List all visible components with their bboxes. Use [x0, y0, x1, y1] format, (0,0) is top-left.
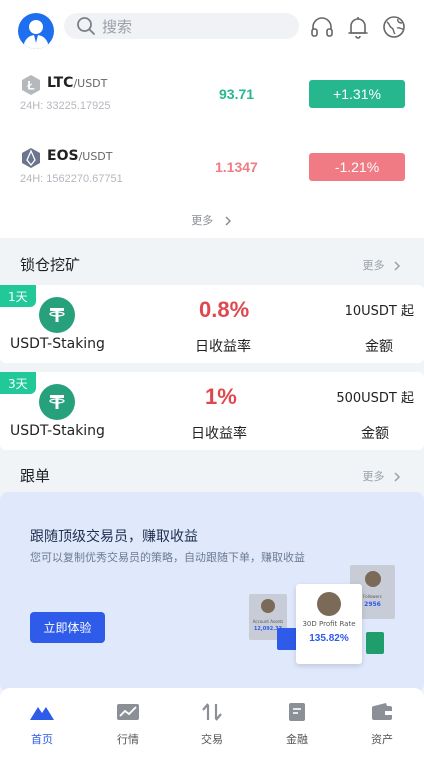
nav-label: 金融	[286, 733, 308, 746]
coin-price: 93.71	[219, 86, 255, 102]
duration-tag: 1天	[0, 285, 36, 307]
amount-label: 金额	[365, 339, 393, 355]
globe-icon[interactable]	[381, 14, 407, 40]
search-icon	[77, 17, 95, 35]
coin-symbol: EOS	[47, 148, 79, 164]
trader-avatar	[317, 592, 341, 616]
profit-rate-card: 30D Profit Rate 135.82%	[296, 584, 362, 664]
trader-avatar	[261, 599, 275, 613]
trader-avatar	[364, 571, 381, 587]
coin-volume: 24H: 33225.17925	[20, 100, 111, 112]
copytrade-more-link[interactable]: 更多	[363, 468, 403, 484]
coin-pair: /USDT	[73, 77, 108, 90]
decor-green-square	[366, 632, 384, 654]
search-placeholder: 搜索	[102, 17, 133, 36]
nav-finance[interactable]: 金融	[267, 702, 327, 747]
market-row-eos[interactable]: EOS/USDT 24H: 1562270.67751 1.1347 -1.21…	[0, 143, 424, 203]
min-amount: 500USDT 起	[336, 391, 414, 406]
coin-volume: 24H: 1562270.67751	[20, 173, 123, 185]
min-amount: 10USDT 起	[344, 304, 414, 319]
try-now-button[interactable]: 立即体验	[30, 612, 105, 643]
headset-icon[interactable]	[309, 14, 335, 40]
finance-doc-icon	[289, 703, 305, 721]
eos-coin-icon	[22, 148, 40, 168]
bottom-nav: 首页 行情 交易 金融 资产	[0, 688, 424, 775]
coin-pair: /USDT	[78, 150, 113, 163]
tether-icon	[39, 384, 75, 420]
change-badge[interactable]: -1.21%	[309, 153, 405, 181]
daily-rate: 1%	[205, 384, 237, 409]
daily-rate: 0.8%	[199, 297, 250, 322]
copytrade-banner[interactable]: 跟随顶级交易员，赚取收益 您可以复制优秀交易员的策略，自动跟随下单，赚取收益 立…	[0, 492, 424, 692]
coin-price: 1.1347	[215, 159, 258, 175]
nav-home[interactable]: 首页	[12, 702, 72, 747]
user-icon	[23, 20, 49, 49]
chevron-right-icon	[225, 216, 231, 226]
staking-card[interactable]: 3天 USDT-Staking 1% 日收益率 500USDT 起 金额	[0, 372, 424, 450]
section-title: 锁仓挖矿	[20, 256, 81, 274]
banner-description: 您可以复制优秀交易员的策略，自动跟随下单，赚取收益	[30, 551, 305, 564]
coin-name: LTC/USDT	[47, 75, 107, 91]
banner-title: 跟随顶级交易员，赚取收益	[30, 529, 198, 545]
user-avatar[interactable]	[18, 13, 54, 49]
market-row-ltc[interactable]: Ł LTC/USDT 24H: 33225.17925 93.71 +1.31%	[0, 70, 424, 130]
staking-section-header: 锁仓挖矿 更多	[0, 244, 424, 284]
card-label: 30D Profit Rate	[302, 620, 356, 628]
chevron-right-icon	[394, 472, 401, 482]
nav-market[interactable]: 行情	[98, 702, 158, 747]
svg-text:Ł: Ł	[27, 79, 34, 93]
bell-icon[interactable]	[345, 14, 371, 40]
chevron-right-icon	[394, 261, 401, 271]
more-label: 更多	[362, 259, 385, 272]
more-label: 更多	[191, 214, 214, 227]
home-mountain-icon	[30, 707, 54, 720]
market-list: Ł LTC/USDT 24H: 33225.17925 93.71 +1.31%…	[0, 52, 424, 238]
card-label: Account Assets	[252, 619, 284, 624]
nav-trade[interactable]: 交易	[182, 702, 242, 747]
nav-assets[interactable]: 资产	[352, 702, 412, 747]
coin-symbol: LTC	[47, 75, 74, 91]
amount-label: 金额	[361, 426, 389, 442]
ltc-coin-icon: Ł	[22, 75, 40, 95]
nav-label: 首页	[31, 733, 53, 746]
change-badge[interactable]: +1.31%	[309, 80, 405, 108]
top-header: 搜索	[0, 0, 424, 52]
copytrade-section-header: 跟单 更多	[0, 455, 424, 495]
nav-label: 资产	[371, 733, 393, 746]
daily-rate-label: 日收益率	[191, 426, 247, 442]
staking-more-link[interactable]: 更多	[363, 257, 403, 273]
duration-tag: 3天	[0, 372, 36, 394]
nav-label: 交易	[201, 733, 223, 746]
coin-name: EOS/USDT	[47, 148, 113, 164]
trade-arrows-icon	[202, 703, 222, 721]
search-input[interactable]: 搜索	[64, 13, 299, 39]
staking-card[interactable]: 1天 USDT-Staking 0.8% 日收益率 10USDT 起 金额	[0, 285, 424, 363]
section-title: 跟单	[20, 467, 51, 485]
nav-label: 行情	[117, 733, 139, 746]
staking-name: USDT-Staking	[10, 423, 105, 439]
card-value: 135.82%	[309, 633, 349, 644]
tether-icon	[39, 297, 75, 333]
daily-rate-label: 日收益率	[195, 339, 251, 355]
more-label: 更多	[362, 470, 385, 483]
market-chart-icon	[117, 704, 139, 720]
staking-name: USDT-Staking	[10, 336, 105, 352]
market-more-link[interactable]: 更多	[0, 212, 424, 228]
wallet-icon	[372, 703, 392, 720]
